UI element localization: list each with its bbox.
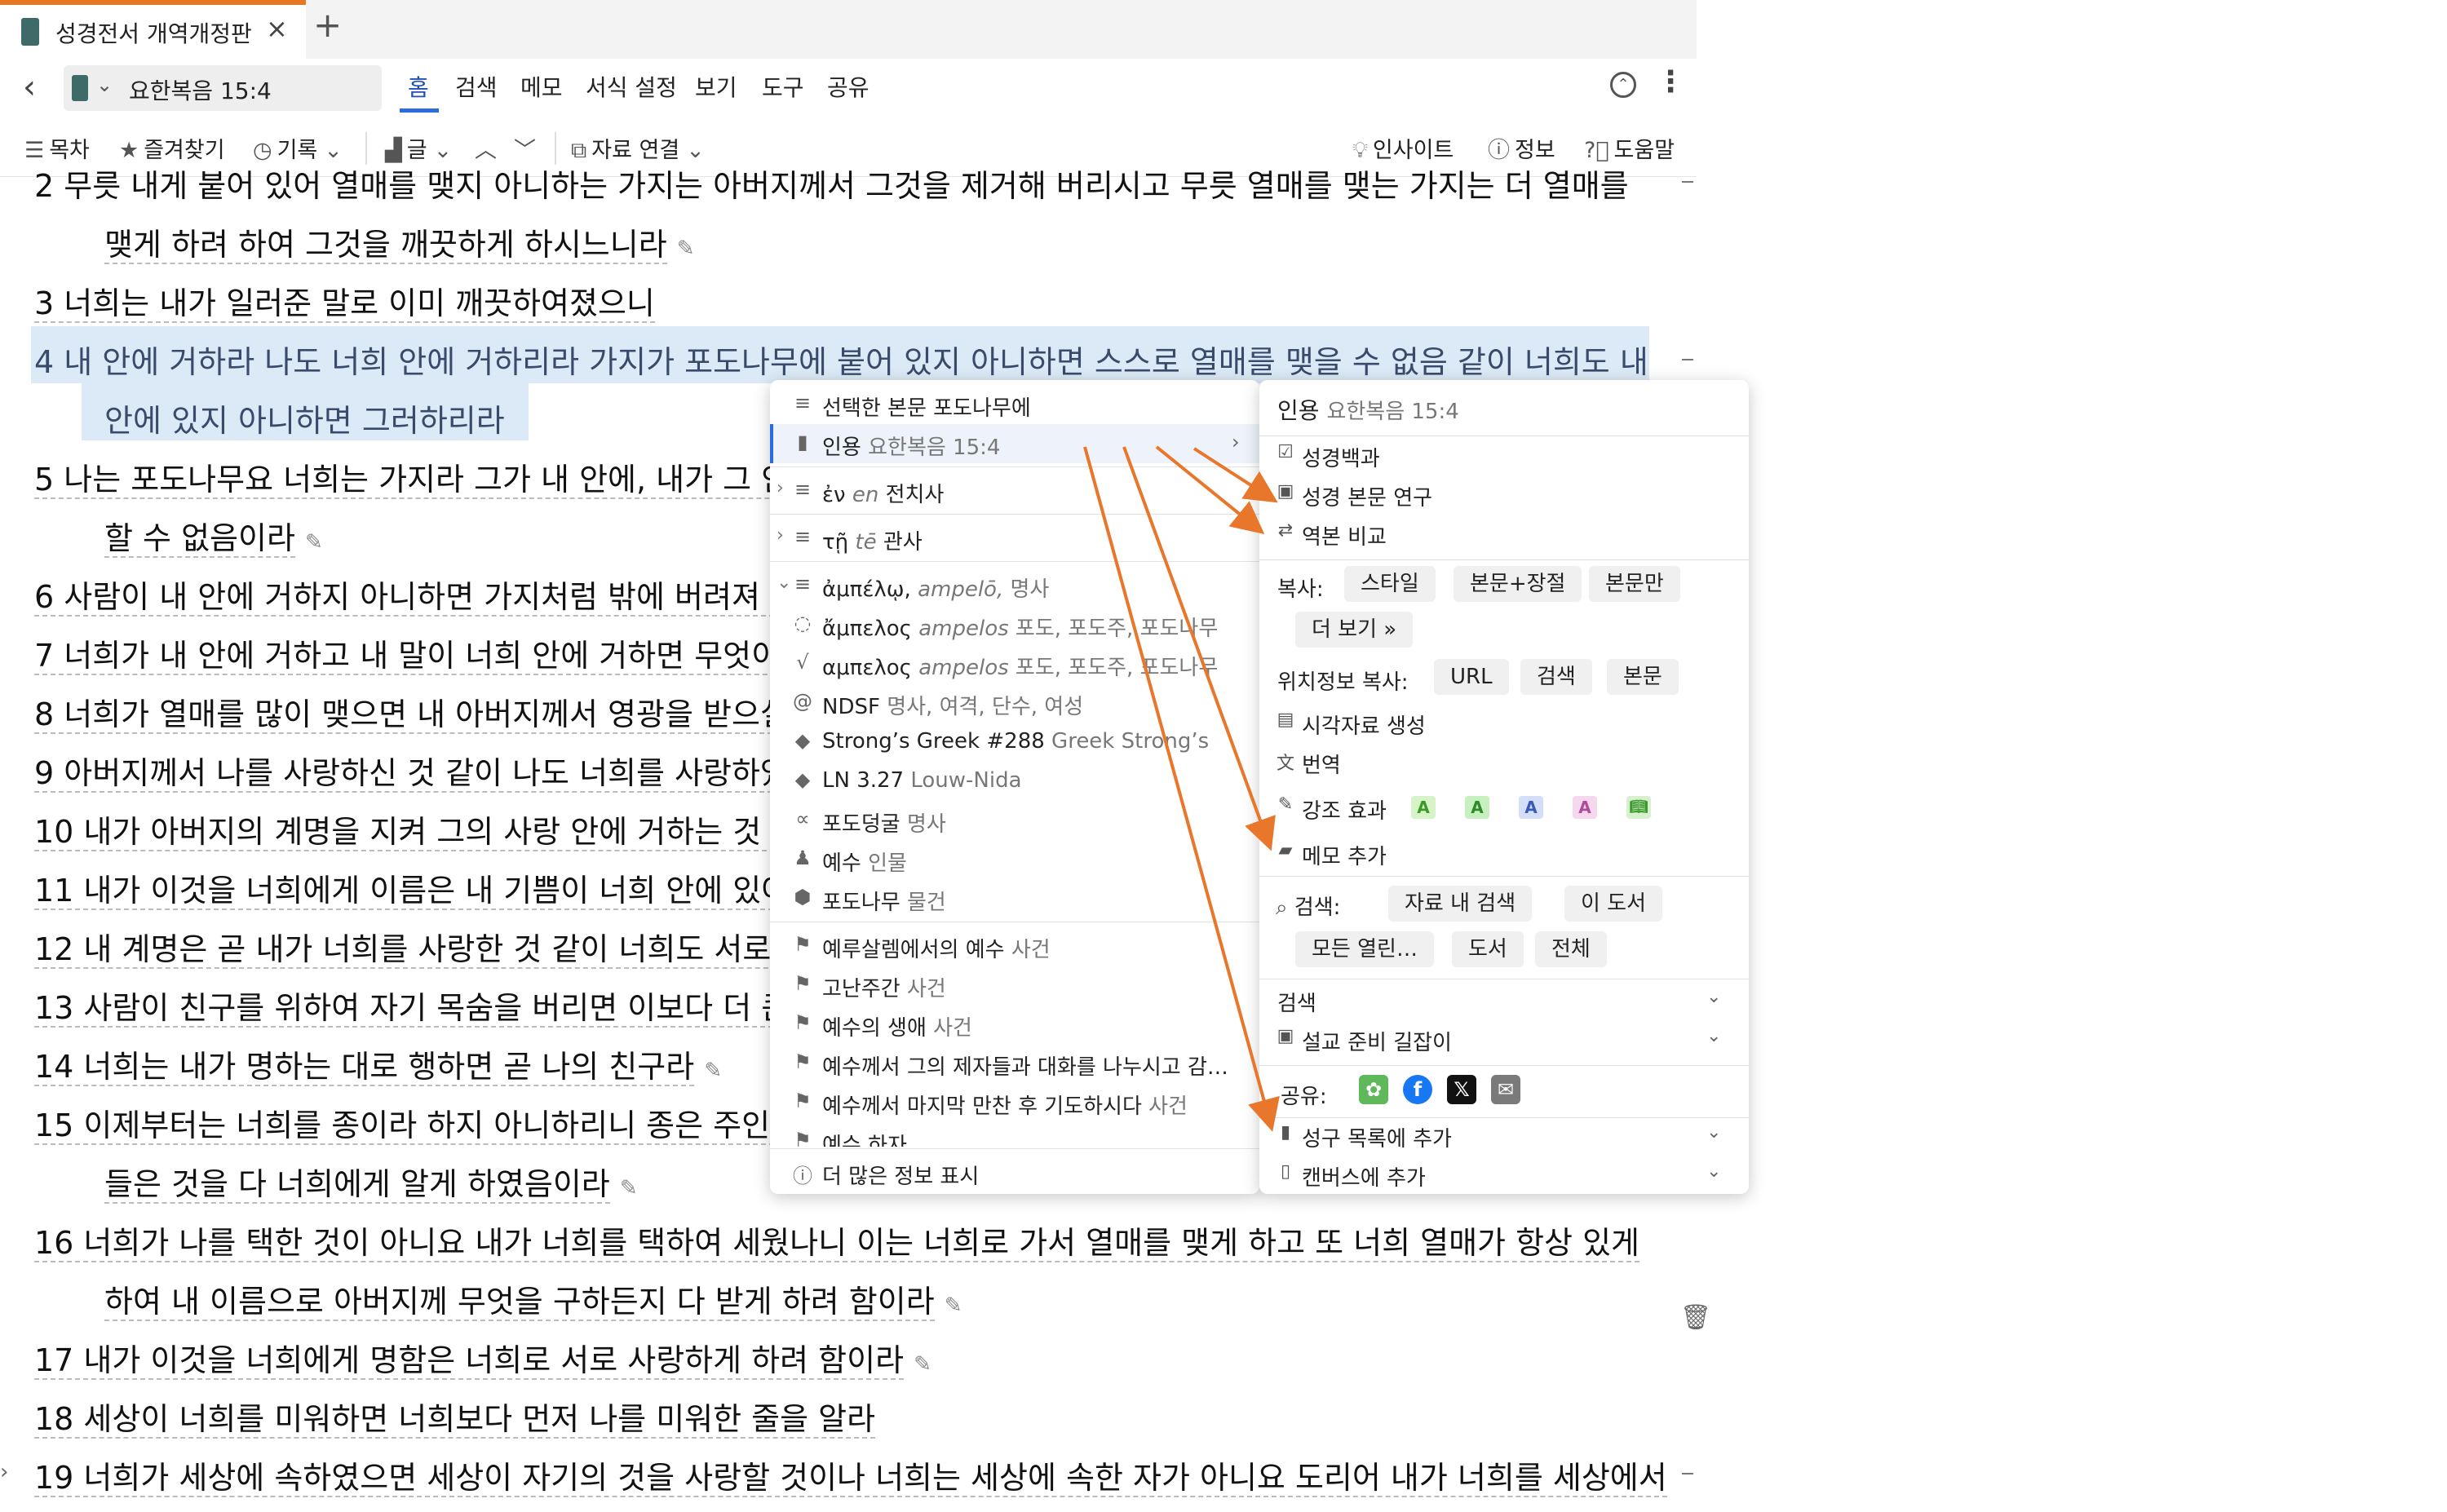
- annotation-arrow: [1193, 447, 1278, 503]
- annotation-arrows: [1083, 445, 1280, 1132]
- annotation-arrow: [1083, 446, 1280, 1132]
- annotation-arrow: [1122, 446, 1276, 851]
